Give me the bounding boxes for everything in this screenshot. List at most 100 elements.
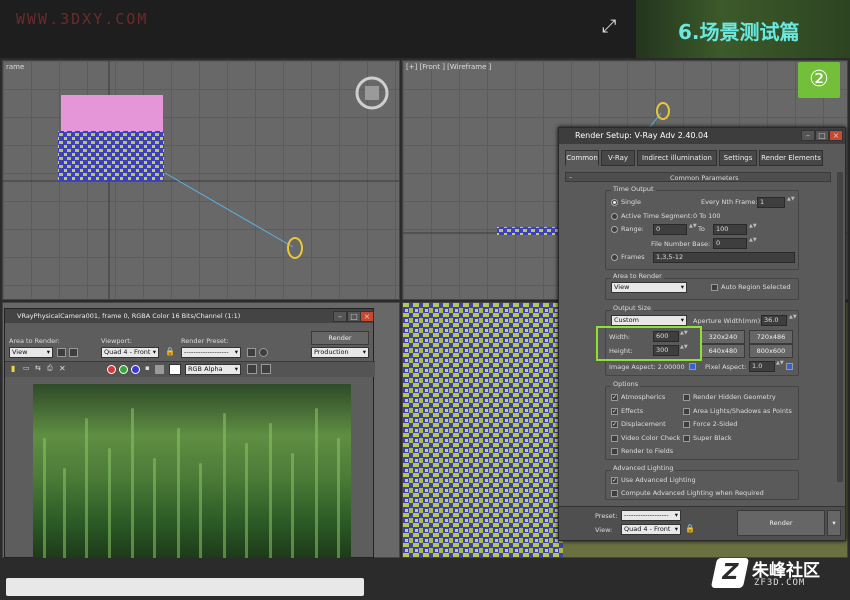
scrollbar[interactable] bbox=[837, 172, 843, 482]
every-nth-label: Every Nth Frame: bbox=[701, 198, 758, 206]
tab-common[interactable]: Common bbox=[565, 150, 599, 166]
maximize-button[interactable]: □ bbox=[815, 130, 829, 141]
area-lights-label: Area Lights/Shadows as Points bbox=[693, 407, 792, 415]
tab-settings[interactable]: Settings bbox=[719, 150, 757, 166]
preset-load-icon[interactable] bbox=[259, 348, 268, 357]
close-button[interactable]: × bbox=[360, 311, 374, 322]
tab-render-elements[interactable]: Render Elements bbox=[759, 150, 823, 166]
render-button[interactable]: Render bbox=[737, 510, 825, 536]
atmospherics-checkbox[interactable]: ✓ bbox=[611, 394, 618, 401]
minimize-button[interactable]: – bbox=[333, 311, 347, 322]
render-button[interactable]: Render bbox=[311, 331, 369, 345]
area-lights-checkbox[interactable] bbox=[683, 408, 690, 415]
print-icon[interactable]: ⎙ bbox=[47, 364, 53, 373]
super-black-checkbox[interactable] bbox=[683, 435, 690, 442]
minimize-button[interactable]: – bbox=[801, 130, 815, 141]
mono-icon[interactable] bbox=[155, 365, 164, 374]
perspective-scene bbox=[3, 61, 399, 299]
effects-checkbox[interactable]: ✓ bbox=[611, 408, 618, 415]
alpha-channel-icon[interactable]: ▪ bbox=[145, 364, 150, 372]
frames-label: Frames bbox=[621, 253, 645, 261]
clone-icon[interactable]: ▭ bbox=[23, 364, 30, 372]
swap-icon[interactable]: ⇆ bbox=[35, 364, 41, 372]
area-to-render-select[interactable]: View bbox=[611, 282, 687, 293]
step-badge: ② bbox=[798, 62, 840, 98]
preset-save-icon[interactable] bbox=[247, 348, 256, 357]
preset-720x486-button[interactable]: 720x486 bbox=[749, 330, 793, 344]
range-end-field[interactable]: 100 bbox=[713, 224, 747, 235]
frame-buffer-window[interactable]: VRayPhysicalCamera001, frame 0, RGBA Col… bbox=[4, 308, 375, 558]
range-start-field[interactable]: 0 bbox=[653, 224, 687, 235]
render-preset-label: Render Preset: bbox=[181, 337, 229, 345]
aperture-field[interactable]: 36.0 bbox=[761, 315, 787, 326]
auto-region-checkbox[interactable] bbox=[711, 284, 718, 291]
tab-vray[interactable]: V-Ray bbox=[601, 150, 635, 166]
preset-800x600-button[interactable]: 800x600 bbox=[749, 344, 793, 358]
file-number-base-field[interactable]: 0 bbox=[713, 238, 747, 249]
range-label: Range: bbox=[621, 225, 644, 233]
logo-url: ZF3D.COM bbox=[754, 578, 806, 588]
range-end-spinner[interactable]: ▲▼ bbox=[749, 224, 757, 235]
clear-icon[interactable]: ✕ bbox=[59, 364, 66, 373]
range-start-spinner[interactable]: ▲▼ bbox=[689, 224, 697, 235]
pixel-aspect-lock-icon[interactable] bbox=[786, 363, 793, 370]
force-2-sided-checkbox[interactable] bbox=[683, 421, 690, 428]
single-radio[interactable] bbox=[611, 199, 618, 206]
use-advanced-lighting-checkbox[interactable]: ✓ bbox=[611, 477, 618, 484]
viewport-select[interactable]: Quad 4 - Front bbox=[101, 347, 159, 358]
pixel-aspect-spinner[interactable]: ▲▼ bbox=[776, 361, 784, 372]
color-swatch[interactable] bbox=[169, 364, 181, 375]
production-select[interactable]: Production bbox=[311, 347, 369, 358]
range-radio[interactable] bbox=[611, 226, 618, 233]
common-parameters-rollout[interactable]: – Common Parameters bbox=[565, 172, 831, 182]
region-lock-icon[interactable] bbox=[69, 348, 78, 357]
render-to-fields-checkbox[interactable] bbox=[611, 448, 618, 455]
image-aspect-label: Image Aspect: 2.00000 bbox=[609, 363, 685, 371]
image-aspect-lock-icon[interactable] bbox=[689, 363, 696, 370]
area-to-render-select[interactable]: View bbox=[9, 347, 53, 358]
area-to-render-title: Area to Render bbox=[611, 272, 664, 280]
render-hidden-checkbox[interactable] bbox=[683, 394, 690, 401]
atmospherics-label: Atmospherics bbox=[621, 393, 666, 401]
region-icon[interactable] bbox=[57, 348, 66, 357]
every-nth-field[interactable]: 1 bbox=[757, 197, 785, 208]
video-color-check-checkbox[interactable] bbox=[611, 435, 618, 442]
tab-indirect-illumination[interactable]: Indirect illumination bbox=[637, 150, 717, 166]
display-icon[interactable] bbox=[247, 364, 257, 374]
rollout-toggle-icon[interactable]: – bbox=[569, 173, 572, 181]
preset-select[interactable]: ------------------- bbox=[621, 510, 681, 521]
output-preset-select[interactable]: Custom bbox=[611, 315, 687, 326]
pixel-aspect-field[interactable]: 1.0 bbox=[749, 361, 775, 372]
render-to-fields-label: Render to Fields bbox=[621, 447, 674, 455]
aperture-spinner[interactable]: ▲▼ bbox=[789, 315, 797, 326]
preset-320x240-button[interactable]: 320x240 bbox=[701, 330, 745, 344]
green-channel-icon[interactable] bbox=[119, 365, 128, 374]
page-title: 6.场景测试篇 bbox=[678, 20, 800, 44]
lock-icon[interactable]: 🔒 bbox=[165, 347, 175, 356]
every-nth-spinner[interactable]: ▲▼ bbox=[787, 197, 795, 208]
red-channel-icon[interactable] bbox=[107, 365, 116, 374]
displacement-checkbox[interactable]: ✓ bbox=[611, 421, 618, 428]
frames-field[interactable]: 1,3,5-12 bbox=[653, 252, 795, 263]
area-to-render-label: Area to Render: bbox=[9, 337, 60, 345]
blue-channel-icon[interactable] bbox=[131, 365, 140, 374]
compute-advanced-lighting-checkbox[interactable] bbox=[611, 490, 618, 497]
channel-select[interactable]: RGB Alpha bbox=[185, 364, 241, 375]
zf-logo-icon: Z bbox=[710, 558, 750, 588]
display-alt-icon[interactable] bbox=[261, 364, 271, 374]
preset-640x480-button[interactable]: 640x480 bbox=[701, 344, 745, 358]
close-button[interactable]: × bbox=[829, 130, 843, 141]
render-preset-select[interactable]: ------------------- bbox=[181, 347, 241, 358]
lock-icon[interactable]: 🔒 bbox=[685, 524, 695, 533]
file-number-base-spinner[interactable]: ▲▼ bbox=[749, 238, 757, 249]
maximize-button[interactable]: □ bbox=[347, 311, 361, 322]
compute-advanced-lighting-label: Compute Advanced Lighting when Required bbox=[621, 489, 764, 497]
viewport-perspective[interactable]: rame bbox=[2, 60, 400, 300]
frames-radio[interactable] bbox=[611, 254, 618, 261]
active-time-radio[interactable] bbox=[611, 213, 618, 220]
render-dropdown-icon[interactable]: ▾ bbox=[827, 510, 841, 536]
video-color-check-label: Video Color Check bbox=[621, 434, 681, 442]
expand-icon[interactable]: ⤢ bbox=[602, 16, 624, 38]
view-select[interactable]: Quad 4 - Front bbox=[621, 524, 681, 535]
save-image-icon[interactable]: ▮ bbox=[11, 364, 15, 373]
